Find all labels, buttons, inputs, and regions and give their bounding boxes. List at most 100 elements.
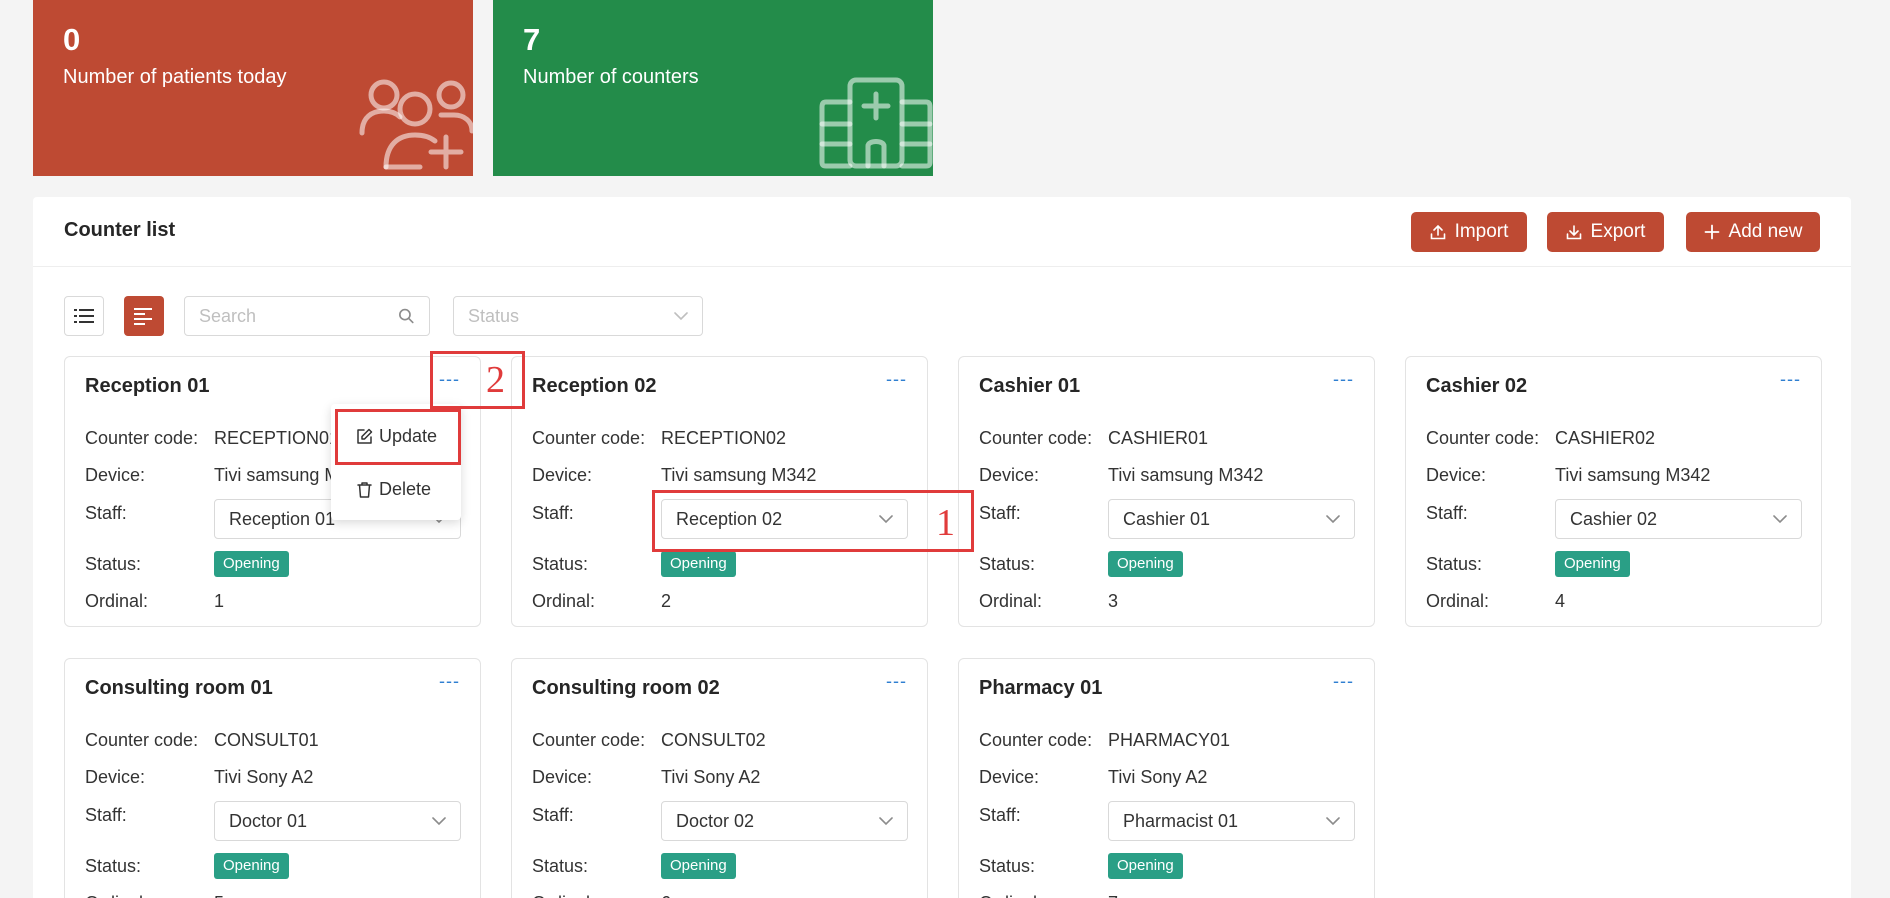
counter-code-value: RECEPTION01 [214, 428, 340, 448]
staff-value: Pharmacist 01 [1123, 810, 1239, 831]
card-title: Consulting room 02 [532, 677, 720, 699]
staff-select[interactable]: Doctor 01 [214, 801, 461, 841]
status-badge: Opening [214, 551, 289, 577]
label-device: Device: [85, 465, 146, 485]
label-ordinal: Ordinal: [1426, 591, 1490, 611]
search-field[interactable] [184, 296, 430, 336]
card-title: Pharmacy 01 [979, 677, 1103, 699]
counter-card: Pharmacy 01 --- Counter code: Device: Staff:… [958, 658, 1375, 898]
counter-card: Cashier 02 --- Counter code: Device: Staff: S… [1405, 356, 1822, 627]
staff-value: Reception 01 [229, 508, 336, 529]
status-badge: Opening [661, 551, 736, 577]
ordinal-value: 5 [214, 893, 224, 898]
search-icon[interactable] [398, 307, 415, 325]
ordinal-value: 1 [214, 591, 225, 611]
label-code: Counter code: [1426, 428, 1540, 448]
label-staff: Staff: [85, 503, 127, 523]
device-value: Tivi Sony A2 [661, 767, 761, 787]
chevron-down-icon [1773, 515, 1787, 524]
upload-icon [1430, 224, 1445, 240]
label-staff: Staff: [532, 503, 574, 523]
chevron-down-icon [674, 312, 688, 321]
label-staff: Staff: [85, 805, 127, 825]
export-label: Export [1590, 221, 1646, 242]
export-button[interactable]: Export [1547, 212, 1664, 252]
status-filter-select[interactable]: Status [453, 296, 703, 336]
list-view-button[interactable] [64, 296, 104, 336]
more-actions-button[interactable]: --- [1780, 369, 1801, 390]
label-staff: Staff: [979, 805, 1021, 825]
counter-code-value: CONSULT02 [661, 730, 766, 750]
staff-select[interactable]: Pharmacist 01 [1108, 801, 1355, 841]
label-ordinal: Ordinal: [532, 893, 595, 898]
device-value: Tivi samsung M342 [661, 465, 817, 485]
counter-card: Cashier 01 --- Counter code: Device: Staff: S… [958, 356, 1375, 627]
annotation-box-staff [652, 490, 974, 552]
ordinal-value: 4 [1555, 591, 1566, 611]
more-actions-button[interactable]: --- [886, 369, 907, 390]
label-status: Status: [85, 554, 142, 574]
label-ordinal: Ordinal: [85, 893, 148, 898]
label-status: Status: [532, 554, 589, 574]
device-value: Tivi samsung M342 [1555, 465, 1711, 485]
device-value: Tivi Sony A2 [214, 767, 314, 787]
hospital-icon [819, 77, 933, 169]
label-code: Counter code: [85, 428, 199, 448]
more-actions-button[interactable]: --- [1333, 369, 1354, 390]
counter-code-value: CASHIER02 [1555, 428, 1656, 448]
label-device: Device: [979, 767, 1040, 787]
ordinal-value: 6 [661, 893, 671, 898]
label-status: Status: [979, 554, 1036, 574]
delete-menu-item[interactable]: Delete [356, 479, 431, 500]
import-button[interactable]: Import [1411, 212, 1527, 252]
annotation-box-more [430, 351, 525, 409]
add-new-label: Add new [1728, 221, 1803, 242]
staff-select[interactable]: Doctor 02 [661, 801, 908, 841]
label-status: Status: [532, 856, 589, 876]
label-code: Counter code: [85, 730, 199, 750]
card-title: Consulting room 01 [85, 677, 273, 699]
label-status: Status: [979, 856, 1036, 876]
card-view-button[interactable] [124, 296, 164, 336]
more-actions-button[interactable]: --- [886, 671, 907, 692]
trash-icon [357, 482, 372, 498]
label-code: Counter code: [979, 730, 1093, 750]
chevron-down-icon [879, 817, 893, 826]
more-actions-button[interactable]: --- [1333, 671, 1354, 692]
staff-value: Cashier 02 [1570, 508, 1658, 529]
plus-icon [1704, 224, 1719, 240]
search-input[interactable] [199, 305, 399, 327]
counter-code-value: CASHIER01 [1108, 428, 1209, 448]
label-status: Status: [85, 856, 142, 876]
staff-select[interactable]: Cashier 01 [1108, 499, 1355, 539]
panel-header: Counter list Import Export Add new [33, 197, 1851, 267]
add-new-button[interactable]: Add new [1686, 212, 1820, 252]
label-code: Counter code: [532, 730, 646, 750]
label-staff: Staff: [1426, 503, 1468, 523]
status-badge: Opening [214, 853, 289, 879]
label-code: Counter code: [532, 428, 646, 448]
ordinal-value: 7 [1108, 893, 1118, 898]
counter-code-value: PHARMACY01 [1108, 730, 1231, 750]
stat-card-counters: 7 Number of counters [493, 0, 933, 176]
stat-value: 0 [63, 22, 81, 57]
label-status: Status: [1426, 554, 1483, 574]
stat-value: 7 [523, 22, 541, 57]
staff-select[interactable]: Cashier 02 [1555, 499, 1802, 539]
users-plus-icon [359, 79, 473, 170]
status-badge: Opening [1108, 551, 1183, 577]
label-ordinal: Ordinal: [979, 893, 1042, 898]
more-actions-button[interactable]: --- [439, 671, 460, 692]
align-left-icon [134, 308, 152, 325]
chevron-down-icon [1326, 515, 1340, 524]
label-staff: Staff: [979, 503, 1021, 523]
ordinal-value: 3 [1108, 591, 1119, 611]
staff-value: Cashier 01 [1123, 508, 1211, 529]
delete-label: Delete [379, 479, 432, 499]
import-label: Import [1454, 221, 1509, 242]
status-badge: Opening [1555, 551, 1630, 577]
card-title: Reception 02 [532, 375, 657, 397]
card-title: Cashier 02 [1426, 375, 1528, 397]
status-placeholder: Status [468, 305, 520, 326]
label-ordinal: Ordinal: [532, 591, 596, 611]
